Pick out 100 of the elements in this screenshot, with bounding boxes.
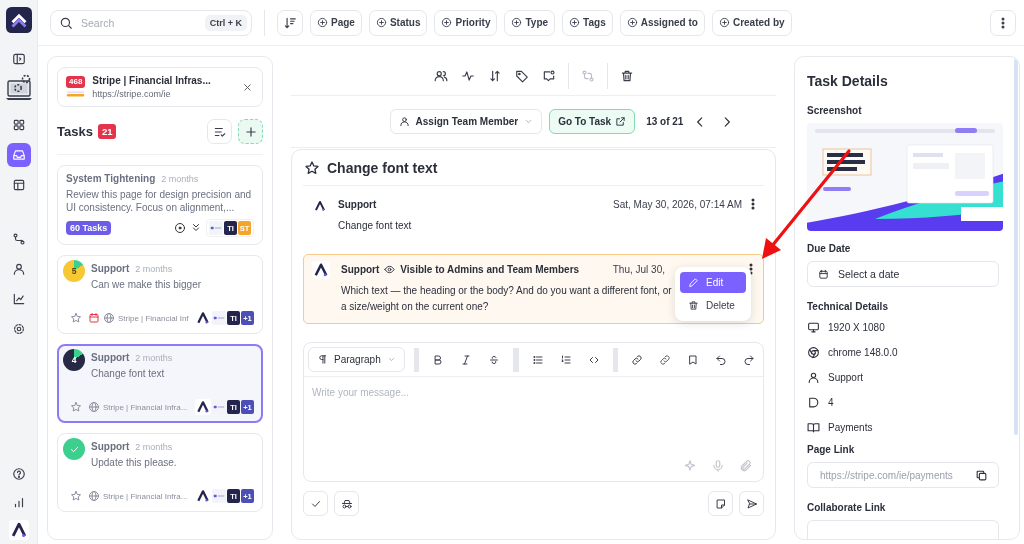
- incognito-icon: [340, 497, 353, 510]
- search-field[interactable]: Search Ctrl + K: [50, 9, 252, 36]
- bookmark-icon: [687, 353, 699, 366]
- task-time: 2 months: [135, 353, 173, 363]
- user-icon: [11, 262, 26, 276]
- star-icon: [70, 490, 82, 502]
- compare-icon: [580, 68, 595, 83]
- inbox-icon: [11, 148, 26, 162]
- calendar-icon: [818, 268, 829, 280]
- filter-button[interactable]: Priority: [434, 9, 498, 36]
- chevrons-down-icon: [190, 222, 202, 234]
- brand-logo: [195, 488, 211, 504]
- copy-icon: [975, 468, 988, 482]
- filter-button[interactable]: Assigned to: [619, 9, 705, 36]
- task-title: Support: [91, 352, 130, 363]
- filter-button[interactable]: Tags: [562, 9, 613, 36]
- task-heading: Change font text: [327, 159, 438, 176]
- detail-value: 1920 X 1080: [828, 322, 885, 333]
- settings-icon: [11, 322, 26, 336]
- close-icon: [241, 81, 253, 93]
- site-card[interactable]: 468 Stripe | Financial Infras... https://stripe.com/ie: [57, 67, 263, 107]
- search-input[interactable]: Search: [79, 15, 199, 30]
- brand-logo: [8, 520, 29, 540]
- add-button[interactable]: [238, 119, 263, 144]
- paragraph-dropdown[interactable]: Paragraph: [308, 347, 405, 372]
- private-mode-button[interactable]: [334, 491, 359, 516]
- menu-item[interactable]: Edit: [680, 272, 746, 293]
- grid-icon: [11, 118, 26, 132]
- visibility-label: Visible to Admins and Team Members: [400, 263, 580, 275]
- comment-date: Thu, Jul 30,: [612, 263, 665, 275]
- star-icon: [304, 159, 320, 176]
- task-time: 2 months: [135, 264, 173, 274]
- star-button[interactable]: [304, 159, 320, 176]
- strikethrough-icon: [488, 353, 501, 366]
- menu-item[interactable]: Delete: [680, 295, 746, 316]
- brand-logo: [195, 399, 211, 415]
- chevron-down-icon: [524, 117, 534, 126]
- layout-icon: [11, 178, 26, 192]
- sort-button[interactable]: [277, 9, 303, 36]
- note-button[interactable]: [708, 491, 733, 516]
- sort-icon: [283, 15, 297, 30]
- date-input[interactable]: Select a date: [836, 267, 988, 281]
- message-field[interactable]: Write your message...: [304, 377, 763, 459]
- collaborate-link-field[interactable]: [807, 520, 999, 539]
- section-label: Due Date: [807, 243, 852, 254]
- section-label: Screenshot: [807, 105, 863, 116]
- eye-icon: [384, 263, 396, 275]
- count-badge: 21: [97, 123, 117, 140]
- list-button[interactable]: [207, 119, 232, 144]
- detail-value: Support: [828, 372, 864, 383]
- site-logo: [212, 311, 226, 325]
- target-icon: [174, 222, 186, 234]
- send-button[interactable]: [739, 491, 764, 516]
- filter-button[interactable]: Type: [504, 9, 556, 36]
- star-icon: [70, 401, 82, 413]
- site-logo: [212, 489, 226, 503]
- task-text: Can we make this bigger: [91, 279, 203, 290]
- chart-icon: [11, 292, 26, 306]
- plus-circle-icon: [511, 17, 523, 28]
- date-field[interactable]: Select a date: [807, 261, 999, 287]
- comment-text: Which text — the heading or the body? And do you want a different font, or a size/weight on the current one?: [341, 284, 673, 314]
- app-logo: [5, 7, 32, 33]
- bold-icon: [432, 353, 445, 366]
- progress-badge: 4: [63, 349, 85, 371]
- help-icon: [11, 467, 26, 481]
- plus-circle-icon: [317, 17, 328, 28]
- globe-icon: [103, 312, 115, 324]
- brand-logo: [313, 199, 327, 213]
- star-icon: [70, 312, 82, 324]
- flow-icon: [11, 232, 26, 246]
- comment-icon: [541, 68, 556, 83]
- plus-circle-icon: [441, 17, 453, 28]
- numbered-list-icon: [559, 353, 572, 366]
- comment-author: Support: [338, 198, 377, 210]
- send-icon: [745, 497, 758, 510]
- user-icon: [807, 371, 820, 384]
- pilcrow-icon: [317, 354, 328, 365]
- monitor-icon: [807, 321, 820, 334]
- laptop-gear-drawing: [4, 73, 33, 101]
- task-title: Support: [91, 263, 130, 274]
- unlink-icon: [659, 353, 671, 366]
- site-name: Stripe | Financial Infra...: [103, 402, 189, 412]
- delete-icon: [688, 300, 699, 311]
- sparkle-icon: [683, 459, 697, 473]
- detail-value: Payments: [828, 422, 873, 433]
- globe-icon: [88, 401, 100, 413]
- filter-button[interactable]: Status: [368, 9, 428, 36]
- section-label: Page Link: [807, 444, 856, 455]
- assign-dropdown[interactable]: Assign Team Member: [389, 109, 543, 134]
- task-position: 13 of 21: [646, 116, 684, 127]
- task-time: 2 months: [135, 442, 173, 452]
- task-text: Change font text: [91, 368, 166, 379]
- globe-icon: [88, 490, 100, 502]
- go-to-task-button[interactable]: Go To Task: [549, 109, 636, 134]
- filter-button[interactable]: Page: [310, 9, 362, 36]
- site-favicon: [66, 89, 86, 98]
- filter-button[interactable]: Created by: [711, 9, 792, 36]
- message-editor[interactable]: Paragraph Write your message...: [303, 342, 764, 482]
- section-label: Collaborate Link: [807, 502, 887, 513]
- detail-value: chrome 148.0.0: [828, 347, 898, 358]
